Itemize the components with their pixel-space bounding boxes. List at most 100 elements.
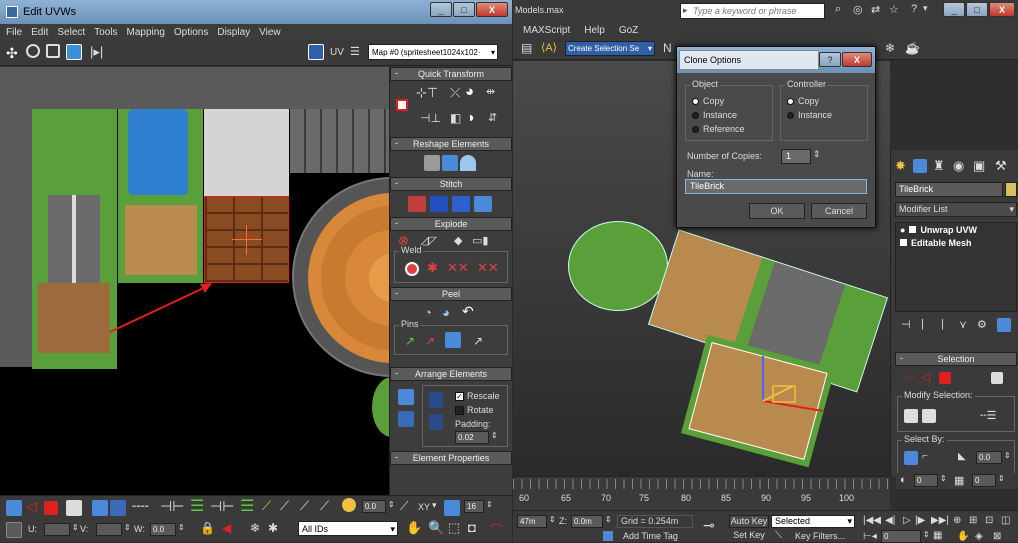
element-mode-icon[interactable] xyxy=(991,372,1003,384)
checker-icon[interactable] xyxy=(308,44,324,60)
rollout-peel[interactable]: - Peel xyxy=(390,287,512,301)
utilities-tab-icon[interactable]: ⚒ xyxy=(995,158,1007,174)
menu-goz[interactable]: GoZ xyxy=(619,25,638,36)
key-filters-label[interactable]: Key Filters... xyxy=(795,531,845,541)
equal-icon[interactable]: ☰ xyxy=(190,496,204,516)
scale-icon[interactable] xyxy=(46,44,60,58)
controller-instance-radio[interactable]: Instance xyxy=(787,108,832,122)
stack-item-editable-mesh[interactable]: Editable Mesh xyxy=(896,236,1016,249)
arc-reshape-icon[interactable] xyxy=(460,155,476,171)
auto-key-button[interactable]: Auto Key xyxy=(729,515,769,528)
shrink-icon[interactable] xyxy=(110,500,126,516)
pin-icon[interactable]: ↗ xyxy=(405,334,415,348)
add-time-tag-label[interactable]: Add Time Tag xyxy=(623,531,678,541)
zoom-extents-icon[interactable]: ◘ xyxy=(468,520,476,535)
expand-icon[interactable] xyxy=(909,226,917,233)
space-v-icon[interactable]: ⇵ xyxy=(488,111,497,124)
object-reference-radio[interactable]: Reference xyxy=(692,122,745,136)
menu-view[interactable]: View xyxy=(259,27,281,38)
orbit-icon[interactable]: ◈ xyxy=(975,531,983,542)
time-config-icon[interactable]: ▦ xyxy=(933,530,942,541)
select-by-spinner-icon[interactable]: ⇕ xyxy=(1004,451,1011,460)
stitch-custom-icon[interactable] xyxy=(474,196,492,212)
stack-item-unwrap[interactable]: ● Unwrap UVW xyxy=(896,223,1016,236)
spin2-input[interactable]: 0 xyxy=(972,474,996,487)
key-mode-dropdown[interactable]: Selected ▾ xyxy=(771,515,855,528)
remove-modifier-icon[interactable]: ⋎ xyxy=(959,318,967,331)
freeze-icon[interactable]: ❄ xyxy=(250,521,260,535)
search-field[interactable]: ▸ Type a keyword or phrase xyxy=(680,3,825,19)
object-name-field[interactable]: TileBrick xyxy=(895,182,1003,197)
rescale-checkbox[interactable]: ✓ xyxy=(455,392,464,401)
paint-select-icon[interactable]: ☰ xyxy=(240,496,254,516)
align-icon[interactable]: ⊹⊤ xyxy=(416,85,438,101)
max-minimize-button[interactable]: _ xyxy=(943,2,965,17)
coord-z-spinner-icon[interactable]: ⇕ xyxy=(605,515,612,524)
ring-icon[interactable]: ⊣⊢ xyxy=(160,498,184,515)
weld-edge-icon[interactable]: ✕✕ xyxy=(447,260,469,276)
circle-reshape-icon[interactable] xyxy=(442,155,458,171)
falloff-input[interactable]: 0.0 xyxy=(362,500,386,513)
vertex-mode-icon[interactable]: ⁘ xyxy=(905,370,915,384)
map-dropdown[interactable]: Map #0 (spritesheet1024x102· ▾ xyxy=(368,44,498,60)
menu-tools[interactable]: Tools xyxy=(94,27,117,38)
rollout-stitch[interactable]: - Stitch xyxy=(390,177,512,191)
soft-select-icon[interactable]: ⟋ xyxy=(320,498,329,514)
rollout-reshape-elements[interactable]: - Reshape Elements xyxy=(390,137,512,151)
goto-end-icon[interactable]: ▶▶| xyxy=(931,515,949,526)
relax-icon[interactable]: ◕ xyxy=(465,83,474,100)
menu-help[interactable]: Help xyxy=(584,25,605,36)
object-instance-radio[interactable]: Instance xyxy=(692,108,737,122)
paint-select-icon[interactable]: ◐ xyxy=(900,474,907,486)
space-icon[interactable]: ⇹ xyxy=(486,85,495,98)
stitch-target-icon[interactable] xyxy=(430,196,448,212)
v-input[interactable] xyxy=(96,523,122,536)
absolute-offset-icon[interactable] xyxy=(6,522,22,538)
menu-options[interactable]: Options xyxy=(174,27,208,38)
align-v-icon[interactable]: ⊣⊥ xyxy=(420,111,441,125)
weld-target-icon[interactable] xyxy=(405,262,419,276)
pack-normalize-icon[interactable] xyxy=(429,392,443,408)
ok-button[interactable]: OK xyxy=(749,203,805,219)
v-spinner-icon[interactable]: ⇕ xyxy=(124,523,131,532)
freeform-icon[interactable] xyxy=(66,44,82,60)
controller-copy-radio[interactable]: Copy xyxy=(787,94,819,108)
hide-icon[interactable]: ◀ xyxy=(222,521,231,535)
falloff-spinner-icon[interactable]: ⇕ xyxy=(388,500,395,509)
community-icon[interactable]: ◎ xyxy=(853,3,863,16)
add-time-tag-icon[interactable] xyxy=(603,531,613,541)
configure-sets-icon[interactable] xyxy=(997,318,1011,332)
move-icon[interactable]: ✣ xyxy=(6,45,22,61)
spin2-spinner-icon[interactable]: ⇕ xyxy=(998,474,1005,483)
shrink-selection-icon[interactable] xyxy=(922,409,936,423)
list-icon[interactable]: ☰ xyxy=(350,45,360,58)
zoom-extents-all-icon[interactable]: ⊡ xyxy=(985,515,993,526)
selection-set-dropdown[interactable]: Create Selection Se ▾ xyxy=(565,41,655,56)
select-edge-icon[interactable]: ◁ xyxy=(26,498,37,515)
layers-icon[interactable]: ▤ xyxy=(521,41,532,55)
falloff-type-icon[interactable]: ⟋ xyxy=(400,499,408,514)
stitch-avg-icon[interactable] xyxy=(452,196,470,212)
ids-dropdown[interactable]: All IDs ▾ xyxy=(298,521,398,536)
pack-icon[interactable] xyxy=(398,389,414,405)
padding-input[interactable]: 0.02 xyxy=(455,431,489,444)
copies-spinner-icon[interactable]: ⇕ xyxy=(813,149,821,160)
maximize-vp-icon[interactable]: ⊠ xyxy=(993,531,1001,542)
select-by-angle-icon[interactable]: ◣ xyxy=(958,451,966,462)
rotate-icon[interactable] xyxy=(26,44,40,58)
zoom-vp-icon[interactable]: ⊕ xyxy=(953,515,961,526)
name-input[interactable]: TileBrick xyxy=(685,179,867,194)
hierarchy-tab-icon[interactable]: ♜ xyxy=(933,158,945,174)
weld-all-icon[interactable]: ✕✕ xyxy=(477,260,499,276)
object-copy-radio[interactable]: Copy xyxy=(692,94,724,108)
rollout-arrange-elements[interactable]: - Arrange Elements xyxy=(390,367,512,381)
straighten-icon[interactable]: ⤫ xyxy=(450,85,460,101)
brush-strength-icon[interactable]: ⟋ xyxy=(300,498,309,514)
pack-custom-icon[interactable] xyxy=(398,411,414,427)
select-pins-icon[interactable]: ↗ xyxy=(473,334,483,348)
teapot-icon[interactable]: ☕ xyxy=(905,41,920,55)
rollout-selection[interactable]: - Selection xyxy=(895,352,1017,366)
set-key-button[interactable]: Set Key xyxy=(729,530,769,543)
spin1-input[interactable]: 0 xyxy=(914,474,938,487)
close-button[interactable]: X xyxy=(476,2,508,17)
